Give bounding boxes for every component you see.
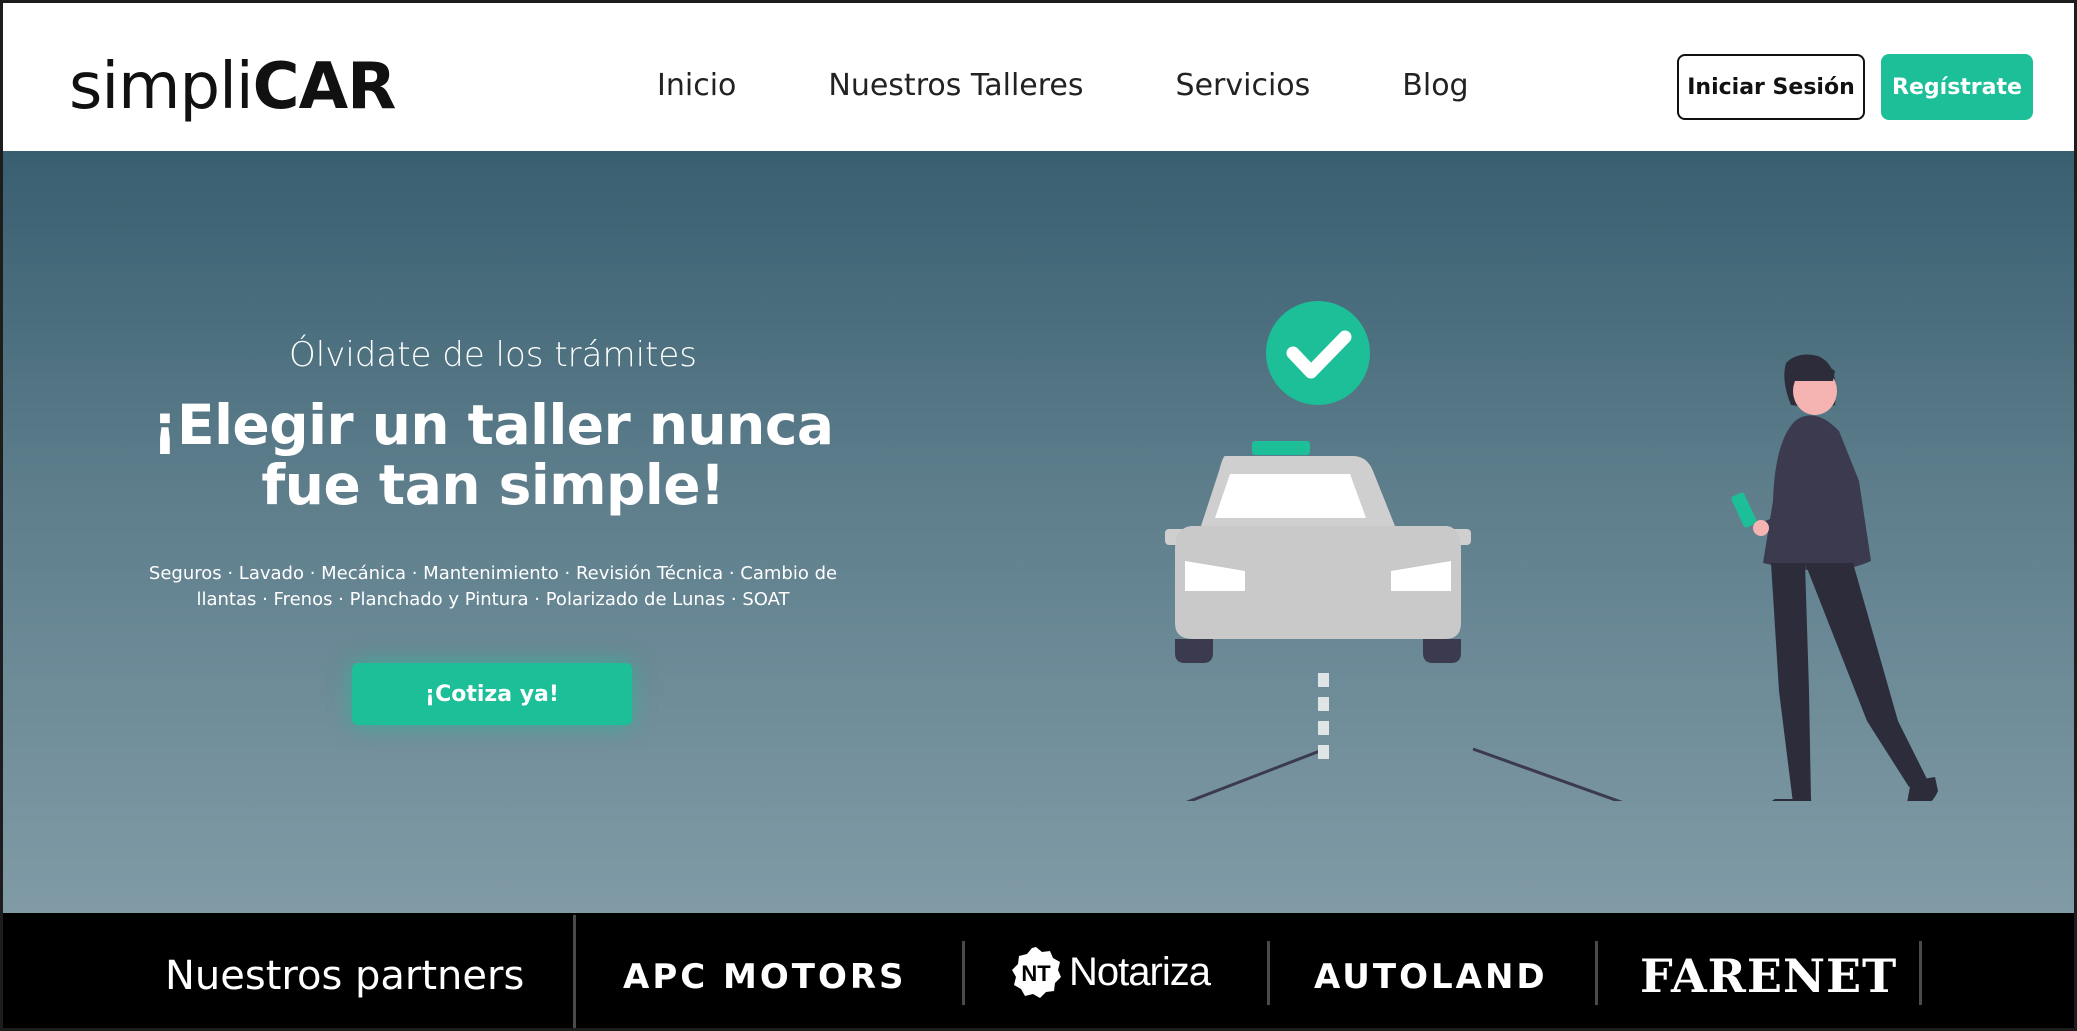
hero-text-block: Ólvidate de los trámites ¡Elegir un tall…: [103, 333, 883, 613]
nav-link-servicios[interactable]: Servicios: [1176, 66, 1311, 106]
road-lines: [1185, 673, 1623, 801]
partner-logo-autoland[interactable]: AUTOLAND: [1314, 955, 1548, 999]
login-button[interactable]: Iniciar Sesión: [1677, 54, 1865, 120]
notariza-badge-icon: NT: [1012, 947, 1061, 998]
nav-link-blog[interactable]: Blog: [1402, 66, 1468, 106]
hero-illustration: [1165, 301, 1938, 801]
register-button[interactable]: Regístrate: [1881, 54, 2033, 120]
check-circle-icon: [1266, 301, 1370, 405]
partners-divider: [573, 915, 576, 1028]
logo[interactable]: simpliCAR: [69, 49, 397, 125]
page: simpliCAR Inicio Nuestros Talleres Servi…: [0, 0, 2077, 1031]
nav-link-nuestros-talleres[interactable]: Nuestros Talleres: [828, 66, 1083, 106]
partner-logo-apc-motors[interactable]: APC MOTORS: [623, 955, 907, 999]
hero-services-list: Seguros · Lavado · Mecánica · Mantenimie…: [148, 563, 838, 610]
partner-logo-notariza[interactable]: NT Notariza: [1009, 945, 1211, 999]
partners-divider: [1919, 941, 1922, 1005]
woman-with-phone-illustration: [1731, 354, 1938, 801]
partners-divider: [1267, 941, 1270, 1005]
main-nav: Inicio Nuestros Talleres Servicios Blog: [657, 66, 1561, 106]
partners-divider: [1595, 941, 1598, 1005]
partners-bar: Nuestros partners APC MOTORS NT Notariza…: [3, 913, 2074, 1028]
navbar: simpliCAR Inicio Nuestros Talleres Servi…: [3, 3, 2074, 151]
notariza-badge-text: NT: [1021, 961, 1051, 986]
partners-divider: [962, 941, 965, 1005]
hero-title: ¡Elegir un taller nunca fue tan simple!: [152, 393, 834, 517]
partner-logo-farenet[interactable]: FARENET: [1640, 949, 1897, 1003]
hero-section: Ólvidate de los trámites ¡Elegir un tall…: [3, 151, 2074, 913]
notariza-wordmark: Notariza: [1069, 950, 1211, 994]
car-illustration: [1165, 441, 1471, 663]
partners-title: Nuestros partners: [165, 953, 525, 999]
logo-text-light: simpli: [69, 50, 254, 124]
hero-kicker: Ólvidate de los trámites: [289, 335, 697, 375]
logo-text-bold: CAR: [252, 50, 397, 124]
nav-link-inicio[interactable]: Inicio: [657, 66, 736, 106]
quote-cta-button[interactable]: ¡Cotiza ya!: [352, 663, 632, 725]
